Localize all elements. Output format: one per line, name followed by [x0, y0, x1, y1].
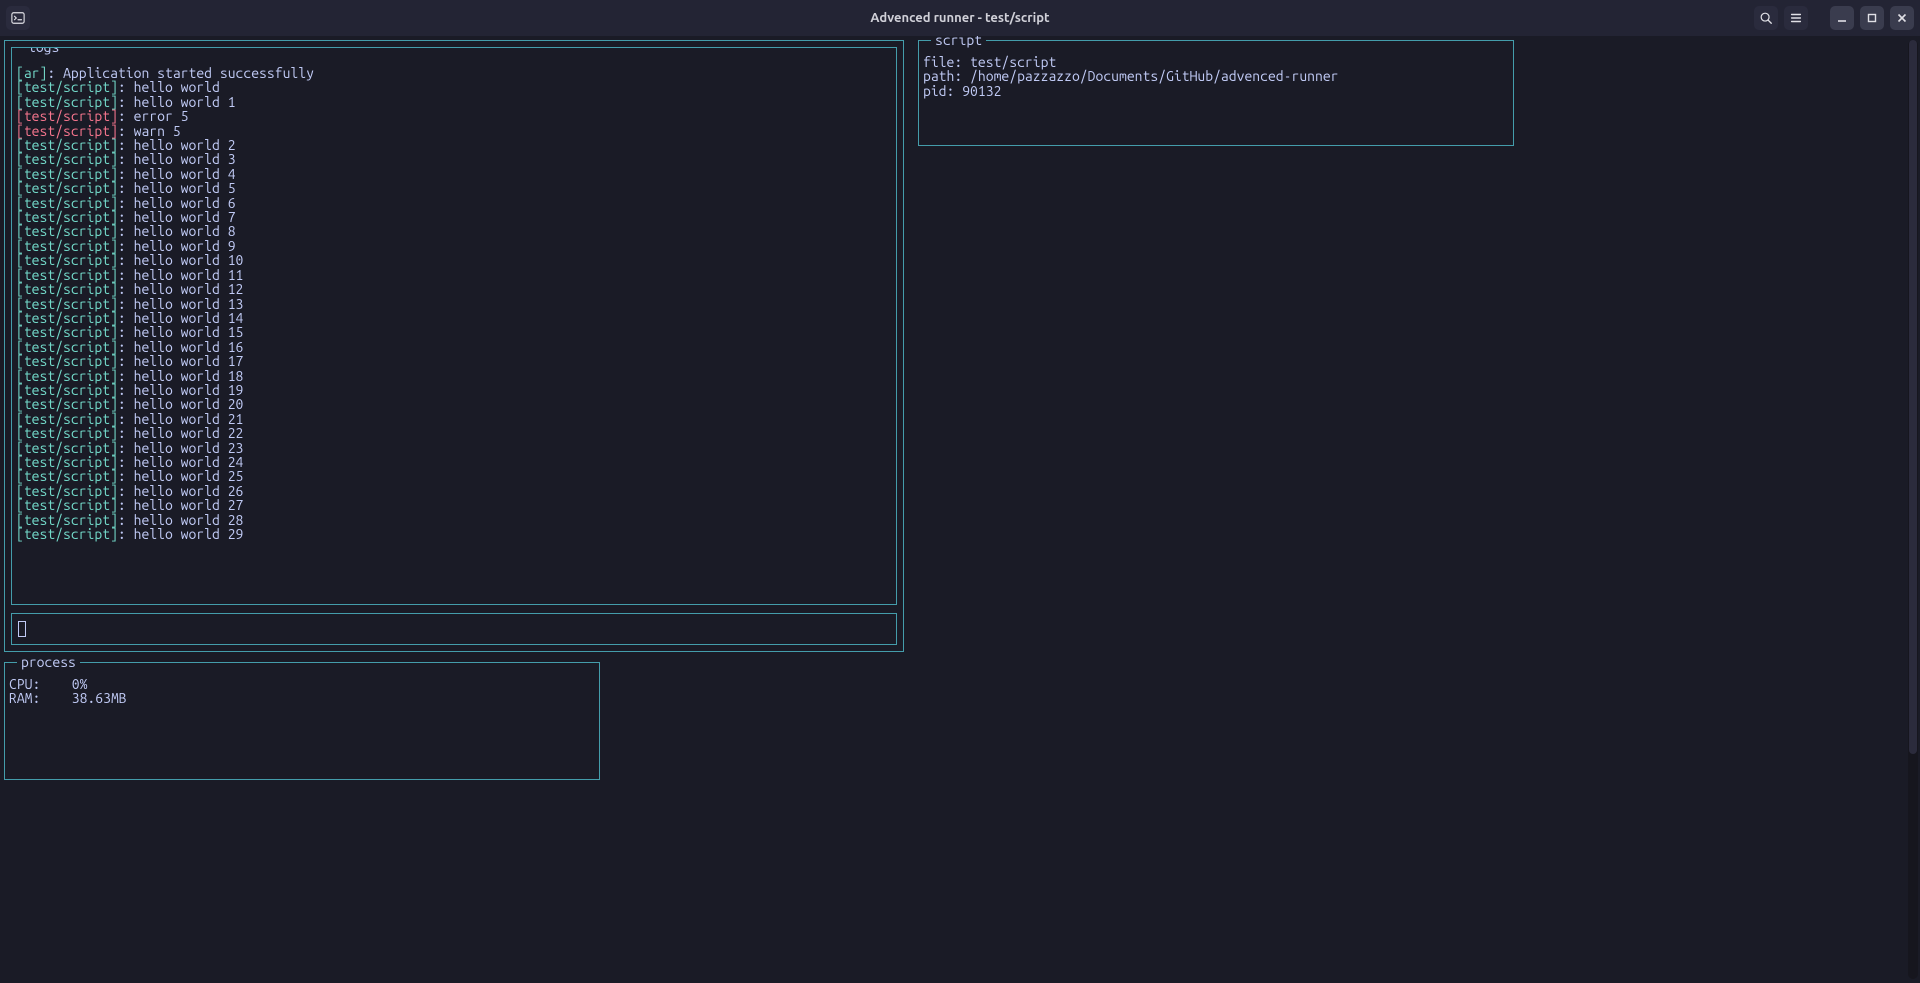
log-line: [test/script]: hello world 16 [16, 340, 892, 354]
window-title: Advenced runner - test/script [870, 11, 1049, 25]
log-lines: [ar]: Application started successfully[t… [16, 66, 892, 541]
log-line: [test/script]: hello world 7 [16, 210, 892, 224]
log-line: [test/script]: hello world 23 [16, 441, 892, 455]
log-line: [test/script]: hello world 27 [16, 498, 892, 512]
log-line: [test/script]: hello world 17 [16, 354, 892, 368]
log-separator: : [118, 526, 134, 542]
maximize-button[interactable] [1860, 6, 1884, 30]
log-message: hello world 29 [134, 526, 244, 542]
script-path-line: path: /home/pazzazzo/Documents/GitHub/ad… [923, 69, 1509, 83]
log-line: [test/script]: hello world 15 [16, 325, 892, 339]
log-line: [test/script]: hello world 26 [16, 484, 892, 498]
window-scrollbar[interactable] [1908, 40, 1918, 979]
terminal-content: logs [ar]: Application started successfu… [0, 36, 1920, 983]
new-tab-button[interactable] [6, 6, 30, 30]
pid-label: pid: [923, 83, 954, 99]
logs-panel[interactable]: logs [ar]: Application started successfu… [11, 47, 897, 605]
search-button[interactable] [1754, 6, 1778, 30]
log-line: [test/script]: error 5 [16, 109, 892, 123]
log-line: [test/script]: hello world [16, 80, 892, 94]
log-line: [test/script]: warn 5 [16, 124, 892, 138]
command-input[interactable] [11, 613, 897, 645]
process-panel-legend: process [17, 654, 80, 670]
maximize-icon [1867, 13, 1877, 23]
minimize-icon [1837, 13, 1847, 23]
script-panel-legend: script [931, 36, 986, 48]
log-line: [test/script]: hello world 8 [16, 224, 892, 238]
log-line: [test/script]: hello world 3 [16, 152, 892, 166]
log-line: [test/script]: hello world 13 [16, 297, 892, 311]
log-line: [test/script]: hello world 5 [16, 181, 892, 195]
log-line: [test/script]: hello world 22 [16, 426, 892, 440]
log-line: [test/script]: hello world 11 [16, 268, 892, 282]
log-line: [test/script]: hello world 1 [16, 95, 892, 109]
script-pid-line: pid: 90132 [923, 84, 1509, 98]
log-line: [test/script]: hello world 19 [16, 383, 892, 397]
log-line: [test/script]: hello world 24 [16, 455, 892, 469]
log-line: [test/script]: hello world 18 [16, 369, 892, 383]
log-line: [test/script]: hello world 28 [16, 513, 892, 527]
cursor-icon [18, 621, 26, 637]
log-line: [test/script]: hello world 25 [16, 469, 892, 483]
ram-label: RAM: [9, 690, 40, 706]
scrollbar-thumb[interactable] [1909, 40, 1917, 754]
process-ram-line: RAM: 38.63MB [9, 691, 595, 705]
ram-value: 38.63MB [72, 690, 127, 706]
log-line: [test/script]: hello world 29 [16, 527, 892, 541]
log-tag: [test/script] [16, 526, 118, 542]
window-titlebar: Advenced runner - test/script [0, 0, 1920, 36]
log-line: [test/script]: hello world 14 [16, 311, 892, 325]
script-panel: script file: test/script path: /home/paz… [918, 40, 1514, 146]
log-line: [test/script]: hello world 20 [16, 397, 892, 411]
log-line: [test/script]: hello world 10 [16, 253, 892, 267]
log-line: [test/script]: hello world 2 [16, 138, 892, 152]
log-line: [test/script]: hello world 12 [16, 282, 892, 296]
minimize-button[interactable] [1830, 6, 1854, 30]
log-line: [test/script]: hello world 9 [16, 239, 892, 253]
menu-button[interactable] [1784, 6, 1808, 30]
terminal-icon [11, 11, 25, 25]
script-file-line: file: test/script [923, 55, 1509, 69]
close-button[interactable] [1890, 6, 1914, 30]
log-line: [test/script]: hello world 6 [16, 196, 892, 210]
log-line: [test/script]: hello world 21 [16, 412, 892, 426]
logs-panel-legend: logs [24, 47, 63, 55]
log-line: [test/script]: hello world 4 [16, 167, 892, 181]
process-panel: process CPU: 0% RAM: 38.63MB [4, 662, 600, 780]
hamburger-icon [1789, 11, 1803, 25]
search-icon [1759, 11, 1773, 25]
close-icon [1897, 13, 1907, 23]
logs-outer-panel: logs [ar]: Application started successfu… [4, 40, 904, 652]
path-value: /home/pazzazzo/Documents/GitHub/advenced… [970, 68, 1338, 84]
log-line: [ar]: Application started successfully [16, 66, 892, 80]
process-cpu-line: CPU: 0% [9, 677, 595, 691]
pid-value: 90132 [962, 83, 1001, 99]
